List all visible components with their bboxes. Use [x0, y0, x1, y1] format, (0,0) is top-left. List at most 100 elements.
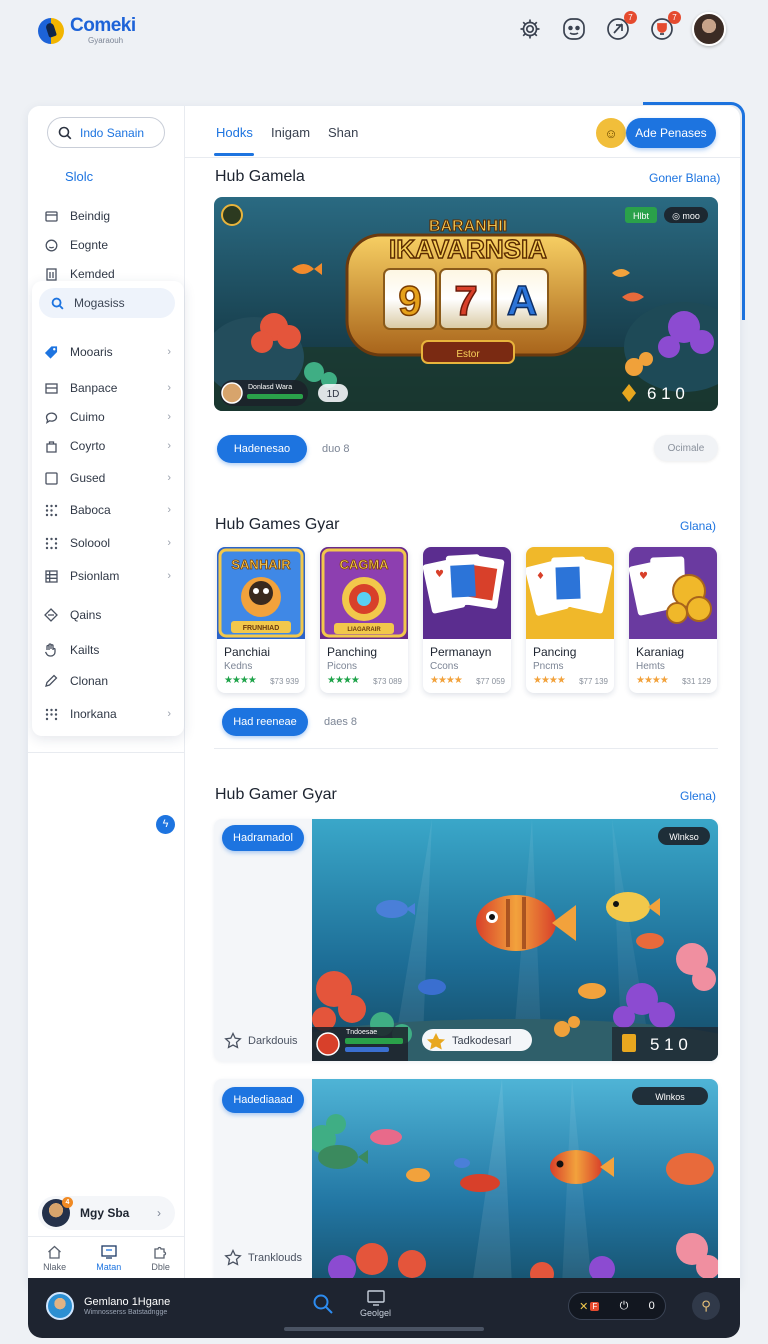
sidebar: Slolc Beindig Eognte Kemded Mogasiss Moo…	[28, 106, 185, 1286]
add-button[interactable]: Ade Penases	[626, 118, 716, 148]
sidebar-item-qains[interactable]: Qains	[28, 605, 185, 625]
trophy-icon[interactable]: 7	[648, 11, 681, 43]
rating-stars: ★★★★	[533, 675, 566, 686]
reel-symbol: A	[507, 277, 537, 324]
thumb-caption: FRUNHIAD	[243, 625, 280, 632]
chat-icon	[44, 410, 58, 424]
primary-action-button[interactable]: Hadenesao	[217, 435, 307, 463]
app-logo[interactable]: Comeki Gyaraouh	[38, 16, 136, 45]
sidebar-item-coyrto[interactable]: Coyrto ›	[28, 436, 185, 456]
user-avatar[interactable]	[692, 12, 726, 46]
secondary-button[interactable]: Ocimale	[654, 435, 718, 461]
sidebar-item-gused[interactable]: Gused ›	[28, 468, 185, 488]
submenu-search-label: Mogasiss	[74, 296, 125, 310]
game-card[interactable]: CAGMA LIAGARAIR Panching Picons ★★★★ $73…	[320, 547, 408, 693]
rocket-icon[interactable]: ⚲	[692, 1292, 720, 1320]
thumb-title: CAGMA	[339, 557, 389, 572]
monitor-icon	[101, 1245, 117, 1259]
sidebar-item-label: Mooaris	[70, 345, 113, 359]
sidebar-item-eognte[interactable]: Eognte	[28, 236, 185, 254]
dock-controls[interactable]: ✕ F ⏻ 0	[568, 1292, 666, 1320]
sidebar-profile[interactable]: 4 Mgy Sba ›	[38, 1196, 175, 1230]
search-icon[interactable]	[312, 1293, 334, 1320]
game-card[interactable]: ♥ Permanayn Ccons ★★★★ $77 059	[423, 547, 511, 693]
hero-title: IKAVARNSIA	[389, 234, 547, 264]
primary-action-button[interactable]: Hadramadol	[222, 825, 304, 851]
coin-icon[interactable]: ☺	[596, 118, 626, 148]
hero-level: 1D	[327, 389, 340, 400]
tab-matan[interactable]: Matan	[96, 1245, 121, 1272]
favorite-toggle[interactable]: Darkdouis	[224, 1032, 298, 1050]
sidebar-item-label: Inorkana	[70, 707, 117, 721]
tab-shan[interactable]: Shan	[328, 125, 358, 140]
app-subtitle: Gyaraouh	[88, 36, 124, 45]
primary-action-button[interactable]: Hadediaaad	[222, 1087, 304, 1113]
sidebar-item-soloool[interactable]: Soloool ›	[28, 533, 185, 553]
section-link[interactable]: Glana)	[680, 519, 716, 533]
rating-stars: ★★★★	[636, 675, 669, 686]
logo-icon	[38, 17, 64, 44]
sidebar-item-mooaris[interactable]: Mooaris ›	[28, 342, 185, 362]
sidebar-item-label: Soloool	[70, 536, 111, 550]
game-feature-card[interactable]: Hadramadol Darkdouis Wlnkso Tndoesae Tad…	[214, 819, 718, 1061]
sidebar-divider	[28, 752, 185, 753]
star-icon	[224, 1032, 242, 1049]
tab-nlake[interactable]: Nlake	[43, 1245, 66, 1272]
dock-monitor[interactable]: Geolgel	[360, 1290, 391, 1318]
sidebar-item-psionlam[interactable]: Psionlam ›	[28, 566, 185, 586]
rocket-icon[interactable]: 7	[604, 11, 637, 43]
dock-mid-label: Geolgel	[360, 1308, 392, 1318]
settings-gear-icon[interactable]	[516, 15, 544, 43]
sidebar-bottom-tabs: Nlake Matan Dble	[28, 1236, 185, 1280]
sidebar-item-beindig[interactable]: Beindig	[28, 207, 185, 225]
tab-hodks[interactable]: Hodks	[216, 125, 253, 140]
sidebar-item-baboca[interactable]: Baboca ›	[28, 500, 185, 520]
diamond-icon	[44, 608, 58, 622]
favorite-toggle[interactable]: Tranklouds	[224, 1249, 302, 1267]
home-icon	[48, 1245, 62, 1259]
sidebar-item-cuimo[interactable]: Cuimo ›	[28, 407, 185, 427]
thumb-title: SANHAIR	[231, 557, 291, 572]
chevron-right-icon: ›	[167, 382, 171, 394]
list-icon	[44, 381, 58, 395]
tab-dble[interactable]: Dble	[151, 1245, 170, 1272]
primary-action-button[interactable]: Had reeneae	[222, 708, 308, 736]
submenu-search[interactable]: Mogasiss	[39, 288, 175, 318]
section-link[interactable]: Goner Blana)	[649, 171, 720, 185]
bolt-icon[interactable]: ϟ	[156, 815, 175, 834]
controller-icon[interactable]	[560, 15, 588, 43]
slot-banner-art: 9 7 A BARANHII IKAVARNSIA Estor Hlbt ◎ m…	[214, 197, 718, 411]
sidebar-item-label: Banpace	[70, 381, 118, 395]
sidebar-item-clonan[interactable]: Clonan	[28, 671, 185, 691]
section-title: Hub Games Gyar	[215, 516, 340, 533]
section-title: Hub Gamela	[215, 168, 305, 185]
chevron-right-icon: ›	[167, 346, 171, 358]
rating-stars: ★★★★	[224, 675, 257, 686]
pen-icon	[44, 674, 58, 688]
section-link[interactable]: Glena)	[680, 789, 716, 803]
game-card[interactable]: ♥ Karaniag Hemts ★★★★ $31 129	[629, 547, 717, 693]
game-name: Permanayn	[430, 645, 492, 659]
notification-badge: 7	[624, 11, 637, 24]
game-card[interactable]: SANHAIR FRUNHIAD Panchiai Kedns ★★★★ $73…	[217, 547, 305, 693]
sidebar-search-input[interactable]	[80, 125, 160, 140]
dock-user[interactable]: Gemlano 1Hgane Wimnosserss Batstadngge	[46, 1292, 170, 1320]
sidebar-item-inorkana[interactable]: Inorkana ›	[28, 704, 185, 724]
game-meta: $77 139	[579, 677, 608, 686]
top-bar: Comeki Gyaraouh 7 7	[0, 0, 768, 70]
tab-inigam[interactable]: Inigam	[271, 125, 310, 140]
sidebar-search[interactable]	[47, 117, 165, 148]
grid-icon	[44, 209, 58, 223]
sidebar-heading: Slolc	[65, 169, 94, 184]
sidebar-item-banpace[interactable]: Banpace ›	[28, 378, 185, 398]
control-value: 0	[648, 1300, 655, 1312]
game-card[interactable]: ♦ Pancing Pncms ★★★★ $77 139	[526, 547, 614, 693]
bag-icon	[44, 439, 58, 453]
chevron-right-icon: ›	[157, 1206, 161, 1220]
hero-plaque: Estor	[456, 349, 480, 360]
svg-text:♦: ♦	[536, 571, 545, 582]
game-feature-card[interactable]: Hadediaaad Tranklouds Wlnkos	[214, 1079, 718, 1286]
sidebar-item-kailts[interactable]: Kailts	[28, 640, 185, 660]
featured-game-banner[interactable]: 9 7 A BARANHII IKAVARNSIA Estor Hlbt ◎ m…	[214, 197, 718, 411]
sidebar-item-label: Baboca	[70, 503, 111, 517]
